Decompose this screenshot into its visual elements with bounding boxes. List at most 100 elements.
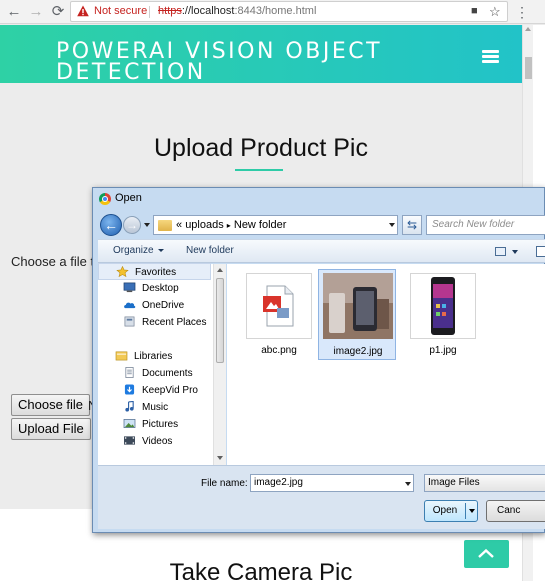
organize-menu[interactable]: Organize — [113, 245, 164, 256]
open-file-dialog: Open « uploads ▸ New folder ⇆ Search New… — [92, 187, 545, 533]
nav-item-libraries[interactable]: Libraries — [98, 348, 211, 365]
scroll-to-top-button[interactable] — [464, 540, 509, 568]
cancel-button[interactable]: Canc — [486, 500, 545, 522]
chevron-down-icon — [157, 248, 164, 252]
nav-label: KeepVid Pro — [142, 385, 198, 396]
file-name: image2.jpg — [333, 346, 383, 357]
file-name-input[interactable]: image2.jpg — [250, 474, 414, 492]
scroll-down-arrow[interactable] — [217, 456, 223, 460]
open-button[interactable]: Open — [424, 500, 478, 522]
nav-label: Documents — [142, 368, 193, 379]
change-view-icon[interactable] — [495, 247, 506, 256]
forward-icon[interactable]: → — [26, 2, 46, 22]
url-scheme: https — [158, 5, 182, 17]
upload-section-title: Upload Product Pic — [153, 134, 368, 162]
breadcrumb-separator-icon[interactable]: ▸ — [227, 221, 231, 230]
file-item-abc-png[interactable]: abc.png — [240, 269, 318, 360]
nav-item-pictures[interactable]: Pictures — [106, 416, 219, 433]
reload-icon[interactable]: ⟳ — [48, 2, 68, 22]
nav-item-desktop[interactable]: Desktop — [106, 280, 219, 297]
hamburger-menu-icon[interactable] — [482, 50, 499, 64]
title-underline — [235, 169, 283, 171]
image-file-icon — [263, 285, 294, 327]
photo-thumbnail-icon — [323, 273, 393, 339]
phone-photo-thumbnail-icon — [431, 277, 455, 335]
nav-pane-scrollbar[interactable] — [213, 264, 226, 465]
nav-item-videos[interactable]: Videos — [106, 433, 219, 450]
breadcrumb-item-new-folder[interactable]: New folder — [234, 219, 287, 231]
file-type-select[interactable]: Image Files — [424, 474, 545, 492]
nav-item-keepvid-pro[interactable]: KeepVid Pro — [106, 382, 219, 399]
location-dropdown-icon[interactable] — [389, 223, 395, 227]
file-item-image2-jpg[interactable]: image2.jpg — [318, 269, 396, 360]
url-text[interactable]: https://localhost:8443/home.html — [158, 2, 316, 21]
chevron-down-icon[interactable] — [469, 509, 475, 513]
nav-label: Music — [142, 402, 169, 413]
nav-label: Recent Places — [142, 317, 207, 328]
nav-item-music[interactable]: Music — [106, 399, 219, 416]
star-icon — [116, 266, 129, 277]
upload-file-button[interactable]: Upload File — [11, 418, 91, 440]
chrome-icon — [99, 193, 111, 205]
nav-label: Favorites — [135, 267, 177, 278]
file-name: abc.png — [261, 345, 297, 356]
folder-icon — [158, 220, 172, 231]
libraries-icon — [115, 351, 128, 361]
pictures-icon — [123, 419, 136, 428]
site-title: POWERAI VISION OBJECT DETECTION — [56, 39, 383, 85]
header-banner: POWERAI VISION OBJECT DETECTION — [0, 25, 522, 85]
scrollbar-thumb[interactable] — [216, 278, 224, 363]
back-icon[interactable]: ← — [4, 2, 24, 22]
breadcrumb-overflow-icon[interactable]: « — [176, 219, 182, 231]
scroll-up-arrow[interactable] — [525, 27, 531, 31]
keepvid-icon — [124, 384, 135, 395]
menu-icon[interactable]: ⋮ — [512, 2, 532, 22]
scrollbar-thumb[interactable] — [525, 57, 532, 79]
url-path: :8443/home.html — [234, 5, 317, 17]
file-list-pane: abc.png image2.jpg p1.jpg — [227, 264, 545, 465]
file-item-p1-jpg[interactable]: p1.jpg — [404, 269, 482, 360]
videos-icon — [124, 436, 135, 445]
dialog-footer: File name: image2.jpg Image Files Open C… — [98, 465, 545, 529]
dialog-command-bar: Organize New folder — [98, 239, 545, 263]
nav-label: Desktop — [142, 283, 179, 294]
breadcrumb-item-uploads[interactable]: uploads — [185, 219, 224, 231]
organize-label: Organize — [113, 245, 154, 256]
address-bar[interactable]: Not secure https://localhost:8443/home.h… — [70, 1, 508, 22]
camera-icon[interactable]: ■ — [471, 2, 478, 21]
not-secure-label[interactable]: Not secure — [94, 2, 147, 21]
star-icon[interactable]: ☆ — [489, 2, 501, 21]
preview-pane-icon[interactable] — [536, 246, 545, 257]
camera-section-title: Take Camera Pic — [169, 559, 353, 581]
new-folder-button[interactable]: New folder — [186, 245, 234, 256]
nav-label: Pictures — [142, 419, 179, 430]
nav-item-recent-places[interactable]: Recent Places — [106, 314, 219, 331]
view-dropdown-icon[interactable] — [512, 250, 518, 254]
dialog-forward-button[interactable] — [123, 216, 141, 234]
desktop-icon — [123, 282, 136, 293]
search-input[interactable]: Search New folder — [426, 215, 545, 235]
chevron-up-icon — [478, 548, 494, 558]
nav-label: Libraries — [134, 351, 173, 362]
scroll-up-arrow[interactable] — [217, 268, 223, 272]
refresh-icon[interactable]: ⇆ — [402, 215, 422, 235]
file-name-label: File name: — [201, 478, 248, 489]
file-thumbnail — [246, 273, 312, 339]
location-breadcrumb[interactable]: « uploads ▸ New folder — [153, 215, 398, 235]
music-icon — [125, 401, 134, 412]
file-name-dropdown-icon[interactable] — [405, 482, 411, 486]
choose-file-button[interactable]: Choose file — [11, 394, 91, 416]
browser-window: ← → ⟳ Not secure https://localhost:8443/… — [0, 0, 545, 581]
cloud-icon — [124, 302, 136, 309]
omnibox-divider — [149, 6, 150, 18]
nav-label: OneDrive — [142, 300, 185, 311]
file-name: p1.jpg — [429, 345, 457, 356]
breadcrumb: « uploads ▸ New folder — [176, 216, 286, 235]
nav-item-documents[interactable]: Documents — [106, 365, 219, 382]
recent-locations-dropdown-icon[interactable] — [144, 223, 150, 227]
nav-item-onedrive[interactable]: OneDrive — [106, 297, 219, 314]
documents-icon — [125, 367, 134, 378]
browser-toolbar: ← → ⟳ Not secure https://localhost:8443/… — [0, 0, 545, 24]
nav-item-favorites[interactable]: Favorites — [98, 263, 211, 280]
dialog-back-button[interactable] — [100, 214, 122, 236]
